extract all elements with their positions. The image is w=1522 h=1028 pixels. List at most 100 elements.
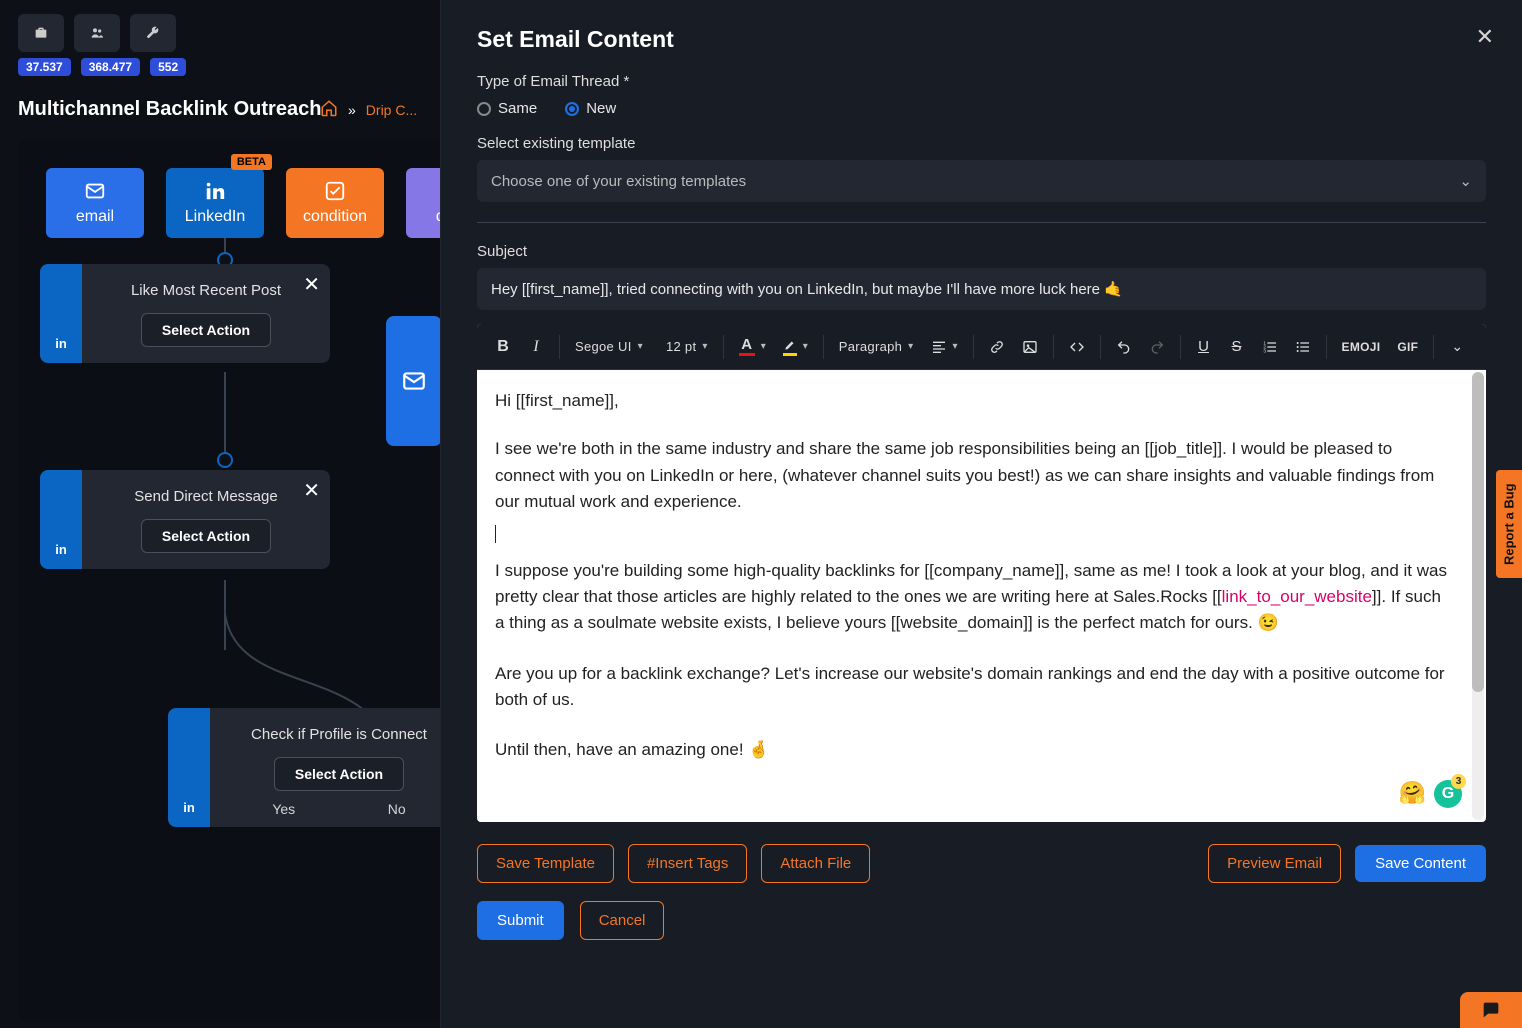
report-bug-tab[interactable]: Report a Bug	[1496, 470, 1522, 578]
node-check-profile[interactable]: in Check if Profile is Connect Select Ac…	[168, 708, 468, 827]
grammarly-badge[interactable]: G3	[1434, 780, 1462, 808]
insert-tags-button[interactable]: #Insert Tags	[628, 844, 747, 883]
ordered-list-icon: 123	[1262, 339, 1278, 355]
tool-badges: 37.537 368.477 552	[18, 58, 422, 76]
breadcrumb-sep: »	[348, 102, 356, 118]
separator	[823, 335, 824, 359]
text-color-button[interactable]: A	[733, 331, 772, 362]
linkedin-badge-icon: in	[40, 470, 82, 569]
font-size-select[interactable]: 12 pt	[660, 333, 714, 360]
modal-title: Set Email Content	[477, 26, 1486, 53]
strikethrough-button[interactable]: S	[1223, 332, 1251, 361]
radio-same[interactable]: Same	[477, 100, 537, 117]
undo-icon	[1116, 339, 1132, 355]
bold-button[interactable]: B	[489, 332, 517, 362]
badge-value-1: 37.537	[18, 58, 71, 76]
radio-icon	[477, 102, 491, 116]
flow-canvas[interactable]: email BETA LinkedIn condition delay in ✕…	[18, 140, 498, 1020]
image-icon	[1022, 339, 1038, 355]
set-email-content-modal: Set Email Content ✕ Type of Email Thread…	[440, 0, 1522, 1028]
template-placeholder: Choose one of your existing templates	[491, 173, 746, 190]
link-icon	[989, 339, 1005, 355]
channel-condition[interactable]: condition	[286, 168, 384, 238]
home-icon[interactable]	[320, 99, 338, 120]
redo-button[interactable]	[1143, 333, 1171, 361]
separator	[1180, 335, 1181, 359]
select-action-button[interactable]: Select Action	[141, 519, 271, 553]
grammarly-count: 3	[1451, 774, 1466, 789]
actions-row-1: Save Template #Insert Tags Attach File P…	[477, 844, 1486, 883]
svg-text:3: 3	[1263, 348, 1266, 353]
type-of-thread-label: Type of Email Thread *	[477, 73, 1486, 90]
editor-body[interactable]: Hi [[first_name]], I see we're both in t…	[477, 370, 1470, 822]
gif-button[interactable]: GIF	[1391, 334, 1424, 360]
feedback-fab[interactable]	[1460, 992, 1522, 1028]
font-family-select[interactable]: Segoe UI	[569, 333, 649, 360]
tool-people-icon[interactable]	[74, 14, 120, 52]
body-greeting: Hi [[first_name]],	[495, 388, 1452, 414]
chevron-down-icon: ⌄	[1459, 172, 1472, 190]
paragraph-select[interactable]: Paragraph	[833, 333, 920, 360]
divider	[477, 222, 1486, 223]
attach-file-button[interactable]: Attach File	[761, 844, 870, 883]
save-template-button[interactable]: Save Template	[477, 844, 614, 883]
close-icon[interactable]: ✕	[303, 478, 320, 503]
subject-value: Hey [[first_name]], tried connecting wit…	[491, 281, 1123, 298]
channel-email[interactable]: email	[46, 168, 144, 238]
code-button[interactable]	[1063, 333, 1091, 361]
scrollbar[interactable]	[1472, 372, 1484, 820]
template-select[interactable]: Choose one of your existing templates ⌄	[477, 160, 1486, 202]
radio-new[interactable]: New	[565, 100, 616, 117]
body-p2: I see we're both in the same industry an…	[495, 436, 1452, 515]
tool-row	[18, 14, 422, 52]
close-icon[interactable]: ✕	[303, 272, 320, 297]
ordered-list-button[interactable]: 123	[1256, 333, 1284, 361]
save-content-button[interactable]: Save Content	[1355, 845, 1486, 882]
emoji-button[interactable]: EMOJI	[1336, 334, 1387, 360]
undo-button[interactable]	[1110, 333, 1138, 361]
image-button[interactable]	[1016, 333, 1044, 361]
hug-emoji-icon[interactable]: 🤗	[1399, 780, 1426, 806]
channel-linkedin[interactable]: BETA LinkedIn	[166, 168, 264, 238]
check-icon	[324, 180, 346, 202]
node-like-post[interactable]: in ✕ Like Most Recent Post Select Action	[40, 264, 330, 363]
select-action-button[interactable]: Select Action	[274, 757, 404, 791]
link-to-our-website[interactable]: link_to_our_website	[1222, 587, 1372, 606]
editor-toolbar: B I Segoe UI 12 pt A Paragraph	[477, 324, 1486, 370]
underline-button[interactable]: U	[1190, 332, 1218, 361]
rich-text-editor: B I Segoe UI 12 pt A Paragraph	[477, 324, 1486, 822]
branch-yes[interactable]: Yes	[272, 801, 295, 817]
select-action-button[interactable]: Select Action	[141, 313, 271, 347]
email-icon	[401, 368, 427, 394]
highlight-icon	[783, 338, 797, 352]
breadcrumb-label[interactable]: Drip C...	[366, 102, 417, 118]
actions-row-2: Submit Cancel	[477, 901, 1486, 940]
cancel-button[interactable]: Cancel	[580, 901, 665, 940]
more-button[interactable]: ⌄	[1443, 332, 1471, 361]
close-icon[interactable]: ✕	[1476, 24, 1494, 50]
badge-value-3: 552	[150, 58, 186, 76]
beta-tag: BETA	[231, 154, 272, 170]
body-p5: Until then, have an amazing one! 🤞	[495, 737, 1452, 763]
email-node[interactable]	[386, 316, 442, 446]
connector-node	[217, 452, 233, 468]
branch-no[interactable]: No	[388, 801, 406, 817]
tool-wrench-icon[interactable]	[130, 14, 176, 52]
italic-button[interactable]: I	[522, 332, 550, 362]
subject-input[interactable]: Hey [[first_name]], tried connecting wit…	[477, 268, 1486, 310]
breadcrumb[interactable]: » Drip C...	[320, 99, 417, 120]
unordered-list-button[interactable]	[1289, 333, 1317, 361]
code-icon	[1069, 339, 1085, 355]
tool-briefcase-icon[interactable]	[18, 14, 64, 52]
body-p3: I suppose you're building some high-qual…	[495, 558, 1452, 637]
align-button[interactable]	[925, 333, 964, 361]
scroll-thumb[interactable]	[1472, 372, 1484, 692]
preview-email-button[interactable]: Preview Email	[1208, 844, 1341, 883]
body-p4: Are you up for a backlink exchange? Let'…	[495, 661, 1452, 714]
text-cursor	[495, 525, 496, 544]
node-send-dm[interactable]: in ✕ Send Direct Message Select Action	[40, 470, 330, 569]
highlight-button[interactable]	[777, 332, 814, 362]
radio-new-label: New	[586, 100, 616, 117]
link-button[interactable]	[983, 333, 1011, 361]
submit-button[interactable]: Submit	[477, 901, 564, 940]
